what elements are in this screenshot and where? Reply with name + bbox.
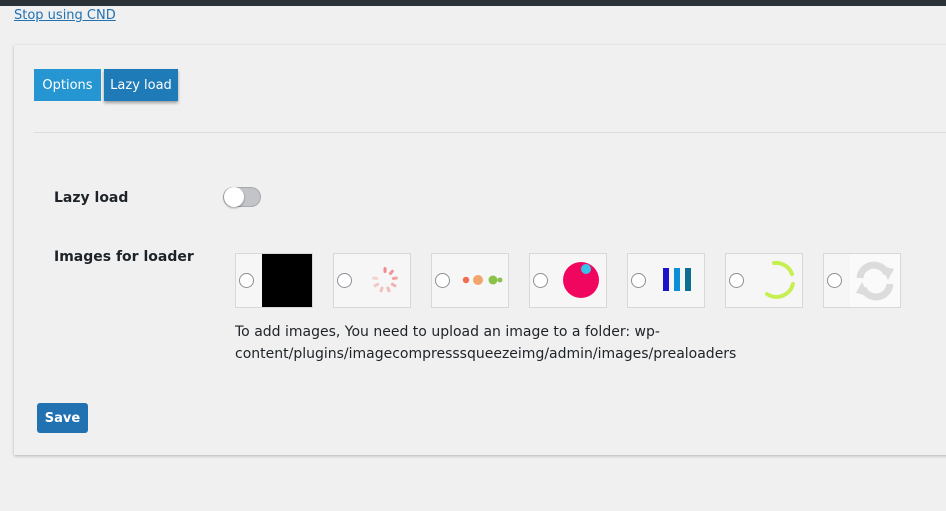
lazy-load-toggle[interactable] [223,187,261,207]
loader-option-5[interactable] [627,253,705,308]
loader-option-6[interactable] [725,253,803,308]
loader-option-4[interactable] [529,253,607,308]
loader-option-1[interactable] [235,253,313,308]
loader-radio-1[interactable] [239,273,254,288]
pink-circle-icon [563,262,599,298]
save-button[interactable]: Save [37,403,88,433]
images-for-loader-label: Images for loader [54,249,194,265]
loader-radio-5[interactable] [631,273,646,288]
stop-using-cnd-link[interactable]: Stop using CND [14,8,116,23]
arc-spinner-icon [765,260,795,299]
loader-option-2[interactable] [333,253,411,308]
bars-icon [663,268,691,291]
refresh-arrows-icon [850,254,900,307]
lazy-load-label: Lazy load [54,190,129,206]
divider [34,132,946,133]
loader-radio-7[interactable] [827,273,842,288]
tab-options[interactable]: Options [34,69,101,101]
spinner-dots-icon [372,267,398,293]
loader-radio-3[interactable] [435,273,450,288]
black-square-icon [262,254,312,307]
loader-radio-4[interactable] [533,273,548,288]
toggle-knob [224,187,244,207]
loader-radio-2[interactable] [337,273,352,288]
upload-instructions: To add images, You need to upload an ima… [235,324,737,362]
loader-option-3[interactable] [431,253,509,308]
three-dots-icon [462,275,503,285]
tab-lazy-load[interactable]: Lazy load [104,69,178,101]
settings-panel: Options Lazy load Lazy load Images for l… [14,45,946,455]
loader-option-7[interactable] [823,253,901,308]
admin-top-bar [0,0,946,6]
loader-radio-6[interactable] [729,273,744,288]
